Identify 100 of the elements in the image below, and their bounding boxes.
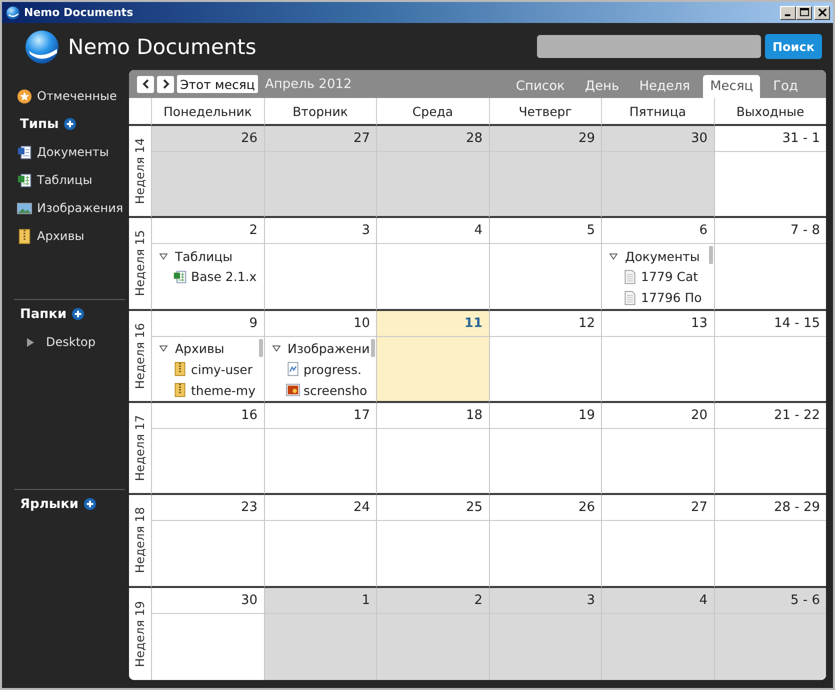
window-title: Nemo Documents: [24, 6, 134, 19]
day-cell[interactable]: 19: [488, 403, 601, 496]
day-number: 4: [699, 592, 708, 608]
next-button[interactable]: [157, 76, 174, 92]
day-number: 27: [353, 131, 370, 146]
category-node[interactable]: Архивы: [159, 338, 264, 359]
plus-icon[interactable]: [72, 308, 84, 320]
minimize-button[interactable]: [780, 6, 796, 20]
star-icon: [17, 88, 32, 104]
archive-icon: [17, 228, 32, 244]
column-header: Выходные: [736, 104, 804, 118]
day-number: 9: [249, 316, 258, 331]
week-label: Неделя 18: [133, 507, 147, 574]
week-label: Неделя 15: [133, 230, 147, 297]
day-number: 29: [578, 131, 595, 146]
scroll-bar[interactable]: [708, 246, 712, 264]
day-cell[interactable]: 14 - 15: [714, 310, 826, 403]
day-number: 5: [586, 223, 595, 238]
sidebar-item[interactable]: Архивы: [14, 222, 125, 250]
column-header: Четверг: [518, 104, 572, 118]
file-item[interactable]: 1779 Cat: [609, 266, 714, 288]
day-number: 24: [353, 500, 370, 516]
this-month-button[interactable]: Этот месяц: [177, 75, 258, 93]
day-number: 5 - 6: [790, 592, 820, 608]
day-cell[interactable]: 2 Таблицы Base 2.1.x: [151, 218, 264, 311]
category-node[interactable]: Таблицы: [159, 246, 264, 266]
page-icon: [623, 290, 637, 306]
day-cell[interactable]: 12: [488, 310, 601, 403]
sidebar-item[interactable]: Изображения: [14, 194, 125, 222]
day-cell[interactable]: 31 - 1: [714, 126, 826, 218]
day-cell[interactable]: 3: [264, 218, 376, 311]
day-cell[interactable]: 18: [376, 403, 488, 496]
app-title: Nemo Documents: [68, 34, 256, 58]
column-header: Среда: [412, 104, 454, 118]
day-cell[interactable]: 23: [151, 495, 264, 588]
day-cell[interactable]: 6 Документы 1779 Cat 17796 По: [601, 218, 714, 311]
day-number: 1: [362, 592, 370, 608]
category-node[interactable]: Изображени: [272, 338, 376, 359]
day-cell[interactable]: 26: [151, 126, 264, 218]
day-number: 25: [466, 500, 482, 516]
day-cell[interactable]: 3: [488, 588, 601, 680]
maximize-button[interactable]: [796, 6, 812, 20]
sphere-icon: [6, 6, 20, 20]
day-cell[interactable]: 17: [264, 403, 376, 496]
scroll-bar[interactable]: [258, 338, 262, 357]
day-cell[interactable]: 13: [601, 310, 714, 403]
section-title: Папки: [20, 306, 67, 322]
day-cell[interactable]: 5: [488, 218, 601, 311]
day-cell[interactable]: 9 Архивы cimy-user theme-my: [151, 310, 264, 403]
day-number: 31 - 1: [782, 131, 820, 146]
day-number: 7 - 8: [790, 223, 820, 238]
picture-icon: [286, 382, 300, 398]
file-item[interactable]: screensho: [272, 380, 376, 401]
chevron-left-icon: [140, 79, 150, 89]
section-title: Ярлыки: [20, 496, 79, 512]
day-cell[interactable]: 4: [601, 588, 714, 680]
day-cell[interactable]: 2: [376, 588, 488, 680]
sidebar-item[interactable]: Desktop: [14, 328, 125, 356]
day-number: 11: [464, 316, 482, 331]
search-field[interactable]: [537, 35, 761, 58]
file-item[interactable]: progress.: [272, 358, 376, 380]
day-number: 28 - 29: [774, 500, 820, 516]
scroll-bar[interactable]: [371, 338, 375, 357]
day-number: 14 - 15: [774, 316, 820, 331]
day-cell[interactable]: 5 - 6: [714, 588, 826, 680]
day-cell[interactable]: 27: [264, 126, 376, 218]
day-number: 2: [249, 223, 258, 238]
day-cell[interactable]: 21 - 22: [714, 403, 826, 496]
day-cell[interactable]: 28: [376, 126, 488, 218]
day-cell[interactable]: 7 - 8: [714, 218, 826, 311]
caret-icon[interactable]: [27, 338, 34, 346]
close-button[interactable]: [814, 6, 830, 20]
day-number: 27: [690, 500, 708, 516]
file-item[interactable]: theme-my: [159, 380, 264, 401]
column-header: Понедельник: [164, 104, 252, 118]
maximize-icon: [800, 8, 808, 17]
sidebar-item[interactable]: Отмеченные: [2, 82, 129, 110]
plus-icon[interactable]: [64, 118, 76, 130]
file-item[interactable]: cimy-user: [159, 358, 264, 380]
column-header: Вторник: [292, 104, 348, 118]
image-icon: [17, 200, 32, 216]
category-node[interactable]: Документы: [609, 246, 714, 266]
week-label: Неделя 19: [133, 600, 147, 667]
sidebar-item[interactable]: Документы: [14, 138, 125, 166]
file-item[interactable]: 17796 По: [609, 287, 714, 308]
day-cell[interactable]: 16: [151, 403, 264, 496]
day-cell[interactable]: 20: [601, 403, 714, 496]
day-cell[interactable]: 30: [601, 126, 714, 218]
day-number: 3: [362, 223, 370, 238]
view-tab[interactable]: Месяц: [703, 75, 760, 98]
file-item[interactable]: Base 2.1.x: [159, 266, 264, 288]
day-number: 6: [699, 223, 708, 238]
search-button[interactable]: Поиск: [765, 34, 822, 59]
day-number: 19: [578, 408, 595, 423]
day-cell[interactable]: 11: [376, 310, 488, 403]
sidebar-item[interactable]: Таблицы: [14, 166, 125, 194]
previous-button[interactable]: [137, 76, 154, 92]
day-cell[interactable]: 1: [264, 588, 376, 680]
day-cell[interactable]: 29: [488, 126, 601, 218]
plus-icon[interactable]: [84, 498, 96, 510]
